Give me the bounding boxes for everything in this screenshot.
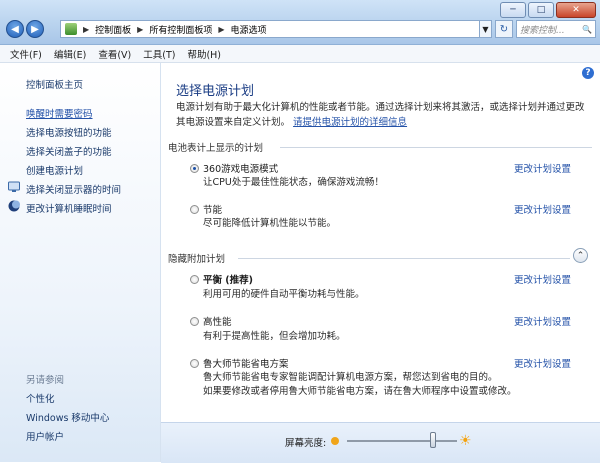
menu-bar: 文件(F) 编辑(E) 查看(V) 工具(T) 帮助(H) xyxy=(0,45,600,63)
page-description: 电源计划有助于最大化计算机的性能或者节能。通过选择计划来将其激活，或选择计划并通… xyxy=(176,100,591,130)
sidebar: 控制面板主页 唤醒时需要密码 选择电源按钮的功能 选择关闭盖子的功能 创建电源计… xyxy=(0,63,161,462)
plan-desc-power-saver: 尽可能降低计算机性能以节能。 xyxy=(203,218,337,229)
breadcrumb-all-items[interactable]: 所有控制面板项 xyxy=(149,23,212,36)
section-divider xyxy=(238,258,570,259)
address-dropdown-icon[interactable]: ▼ xyxy=(480,20,492,38)
window-controls: ─ □ ✕ xyxy=(498,2,596,18)
plan-name-ludashi[interactable]: 鲁大师节能省电方案 xyxy=(203,356,289,370)
dim-sun-icon xyxy=(331,437,339,445)
menu-help[interactable]: 帮助(H) xyxy=(187,47,221,61)
plan-name-high-performance[interactable]: 高性能 xyxy=(203,314,232,328)
menu-view[interactable]: 查看(V) xyxy=(98,47,131,61)
window-chrome: ─ □ ✕ ◀ ▶ ▶ 控制面板 ▶ 所有控制面板项 ▶ 电源选项 ▼ ↻ 搜索… xyxy=(0,0,600,45)
breadcrumb-control-panel[interactable]: 控制面板 xyxy=(95,23,131,36)
change-plan-settings-power-saver[interactable]: 更改计划设置 xyxy=(514,202,571,216)
see-also-personalization[interactable]: 个性化 xyxy=(26,391,55,405)
menu-tools[interactable]: 工具(T) xyxy=(143,47,175,61)
page-title: 选择电源计划 xyxy=(176,84,255,99)
plan-radio-360[interactable] xyxy=(190,164,199,173)
search-icon: 🔍 xyxy=(582,24,592,34)
brightness-label: 屏幕亮度: xyxy=(285,438,327,449)
see-also-title: 另请参阅 xyxy=(26,375,65,386)
sidebar-link-require-password[interactable]: 唤醒时需要密码 xyxy=(26,106,93,120)
breadcrumb-separator: ▶ xyxy=(137,24,144,34)
collapse-chevron-icon[interactable]: ⌃ xyxy=(573,248,588,263)
minimize-button[interactable]: ─ xyxy=(500,2,526,18)
desc-line1: 电源计划有助于最大化计算机的性能或者节能。通过选择计划来将其激活，或选择计划并通… xyxy=(176,102,585,113)
brightness-bar: 屏幕亮度: ☀ xyxy=(161,422,600,463)
breadcrumb-separator: ▶ xyxy=(218,24,225,34)
address-bar[interactable]: ▶ 控制面板 ▶ 所有控制面板项 ▶ 电源选项 xyxy=(60,20,480,38)
see-also-mobility-center[interactable]: Windows 移动中心 xyxy=(26,410,109,424)
breadcrumb-separator: ▶ xyxy=(83,24,90,34)
change-plan-settings-ludashi[interactable]: 更改计划设置 xyxy=(514,356,571,370)
brightness-slider-thumb[interactable] xyxy=(429,432,436,448)
plan-desc-balanced: 利用可用的硬件自动平衡功耗与性能。 xyxy=(203,289,365,300)
sidebar-link-lid-close[interactable]: 选择关闭盖子的功能 xyxy=(26,144,112,158)
breadcrumb-power-options[interactable]: 电源选项 xyxy=(231,23,267,36)
plan-details-link[interactable]: 请提供电源计划的详细信息 xyxy=(293,117,407,128)
plan-desc2-ludashi: 如果要修改或者停用鲁大师节能省电方案，请在鲁大师程序中设置或修改。 xyxy=(203,386,517,397)
power-options-window: ─ □ ✕ ◀ ▶ ▶ 控制面板 ▶ 所有控制面板项 ▶ 电源选项 ▼ ↻ 搜索… xyxy=(0,0,600,463)
plan-desc-360: 让CPU处于最佳性能状态，确保游戏流畅！ xyxy=(203,177,384,188)
menu-file[interactable]: 文件(F) xyxy=(10,47,42,61)
section-divider xyxy=(280,147,592,148)
plan-radio-power-saver[interactable] xyxy=(190,205,199,214)
bright-sun-icon: ☀ xyxy=(459,433,472,449)
sidebar-link-sleep-time[interactable]: 更改计算机睡眠时间 xyxy=(26,201,112,215)
help-icon[interactable]: ? xyxy=(582,67,594,79)
maximize-button[interactable]: □ xyxy=(528,2,554,18)
change-plan-settings-360[interactable]: 更改计划设置 xyxy=(514,161,571,175)
desc-line2: 其电源设置来自定义计划。 xyxy=(176,117,291,128)
plan-radio-ludashi[interactable] xyxy=(190,359,199,368)
plan-desc-high-performance: 有利于提高性能，但会增加功耗。 xyxy=(203,331,346,342)
plan-name-balanced[interactable]: 平衡 (推荐) xyxy=(203,272,253,286)
control-panel-icon xyxy=(65,23,77,35)
change-plan-settings-balanced[interactable]: 更改计划设置 xyxy=(514,272,571,286)
moon-icon xyxy=(8,200,20,212)
close-button[interactable]: ✕ xyxy=(556,2,596,18)
brightness-slider[interactable] xyxy=(347,440,457,442)
section-hidden-plans[interactable]: 隐藏附加计划 xyxy=(168,251,225,265)
search-input[interactable]: 搜索控制... 🔍 xyxy=(516,20,596,38)
plan-radio-high-performance[interactable] xyxy=(190,317,199,326)
menu-edit[interactable]: 编辑(E) xyxy=(54,47,86,61)
search-placeholder: 搜索控制... xyxy=(520,25,565,36)
sidebar-home-link[interactable]: 控制面板主页 xyxy=(26,77,83,91)
see-also-user-accounts[interactable]: 用户帐户 xyxy=(26,429,64,443)
plan-radio-balanced[interactable] xyxy=(190,275,199,284)
monitor-icon xyxy=(8,181,20,192)
section-battery-meter: 电池表计上显示的计划 xyxy=(168,143,264,154)
plan-name-power-saver[interactable]: 节能 xyxy=(203,202,222,216)
sidebar-link-create-plan[interactable]: 创建电源计划 xyxy=(26,163,83,177)
plan-name-360[interactable]: 360游戏电源模式 xyxy=(203,161,278,175)
sidebar-link-power-button[interactable]: 选择电源按钮的功能 xyxy=(26,125,112,139)
refresh-icon[interactable]: ↻ xyxy=(495,20,513,38)
change-plan-settings-high-performance[interactable]: 更改计划设置 xyxy=(514,314,571,328)
sidebar-link-display-off[interactable]: 选择关闭显示器的时间 xyxy=(26,182,121,196)
back-button[interactable]: ◀ xyxy=(6,20,24,38)
forward-button[interactable]: ▶ xyxy=(26,20,44,38)
plan-desc-ludashi: 鲁大师节能省电专家智能调配计算机电源方案，帮您达到省电的目的。 xyxy=(203,372,498,383)
